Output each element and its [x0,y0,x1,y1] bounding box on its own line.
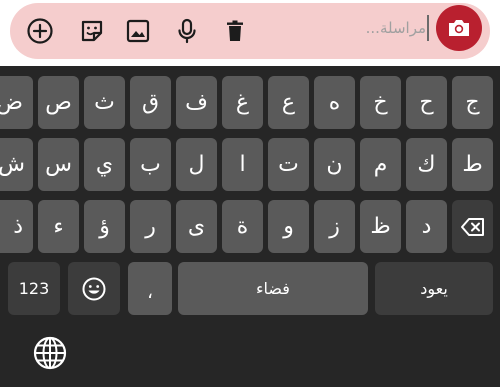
key-beh[interactable]: ب [130,138,171,191]
key-tah[interactable]: ط [452,138,493,191]
key-ain[interactable]: ع [268,76,309,129]
key-lam[interactable]: ل [176,138,217,191]
message-input[interactable] [352,14,426,42]
key-alef[interactable]: ا [222,138,263,191]
enter-key[interactable]: يعود [375,262,493,315]
key-sheen[interactable]: ش [0,138,33,191]
key-hah[interactable]: ح [406,76,447,129]
key-alef-maksura[interactable]: ى [176,200,217,253]
text-cursor [427,15,429,41]
backspace-key[interactable] [452,200,493,253]
emoji-key[interactable] [68,262,120,315]
key-meem[interactable]: م [360,138,401,191]
key-dal[interactable]: د [406,200,447,253]
key-waw[interactable]: و [268,200,309,253]
key-heh[interactable]: ه [314,76,355,129]
trash-icon[interactable] [220,16,250,46]
key-zain[interactable]: ز [314,200,355,253]
key-feh[interactable]: ف [176,76,217,129]
key-seen[interactable]: س [38,138,79,191]
key-qaf[interactable]: ق [130,76,171,129]
globe-icon [33,336,67,370]
key-teh[interactable]: ت [268,138,309,191]
numbers-key[interactable]: 123 [8,262,60,315]
key-hamza[interactable]: ء [38,200,79,253]
key-zah[interactable]: ظ [360,200,401,253]
key-dad[interactable]: ض [0,76,33,129]
backspace-icon [460,217,484,236]
key-noon[interactable]: ن [314,138,355,191]
key-sad[interactable]: ص [38,76,79,129]
language-switch-button[interactable] [30,333,70,373]
image-icon[interactable] [123,16,153,46]
sticker-icon[interactable] [77,16,107,46]
key-theh[interactable]: ث [84,76,125,129]
mic-icon[interactable] [172,16,202,46]
camera-button[interactable] [436,5,482,51]
key-yeh[interactable]: ي [84,138,125,191]
key-reh[interactable]: ر [130,200,171,253]
camera-icon [449,20,469,36]
message-composer [0,0,500,66]
space-key[interactable]: فضاء [178,262,368,315]
emoji-icon [82,277,106,300]
add-circle-icon[interactable] [25,16,55,46]
key-khah[interactable]: خ [360,76,401,129]
key-teh-marbuta[interactable]: ة [222,200,263,253]
key-waw-hamza[interactable]: ؤ [84,200,125,253]
arabic-keyboard: ج ح خ ه ع غ ف ق ث ص ض ط ك م ن ت ا ل ب ي … [0,66,500,387]
comma-key[interactable]: ، [128,262,172,315]
key-jeem[interactable]: ج [452,76,493,129]
key-kaf[interactable]: ك [406,138,447,191]
key-thal[interactable]: ذ [0,200,33,253]
key-ghain[interactable]: غ [222,76,263,129]
